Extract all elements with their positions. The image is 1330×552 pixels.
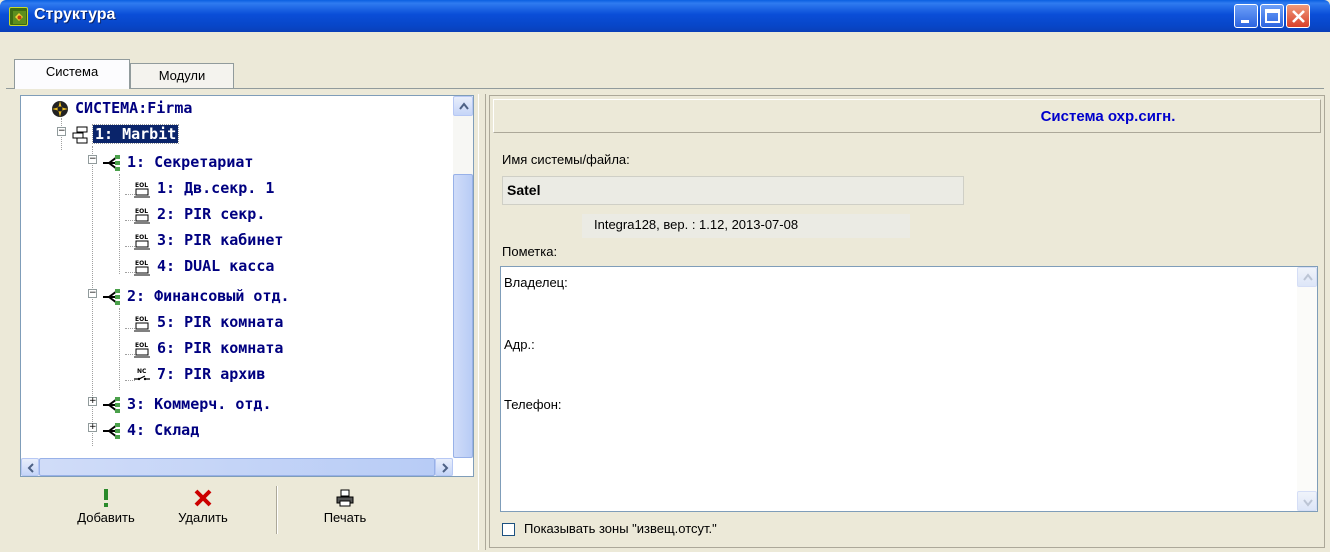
partition-icon [103,396,120,413]
show-zones-checkbox[interactable] [502,523,515,536]
note-line: Владелец: [504,275,568,290]
tree-item-partition[interactable]: 2: Финансовый отд. [101,284,292,310]
details-panel: Система охр.сигн. Имя системы/файла: Sat… [489,95,1325,548]
collapse-toggle[interactable]: − [88,289,97,298]
svg-text:EOL: EOL [135,342,148,349]
delete-button-label: Удалить [178,510,228,525]
tab-divider [6,88,1324,89]
note-scrollbar[interactable] [1297,267,1317,511]
details-header-title: Система охр.сигн. [1040,108,1176,125]
note-line: Адр.: [504,337,535,352]
note-scroll-up-button[interactable] [1297,267,1317,287]
eol-zone-icon: EOL [134,342,150,357]
eol-zone-icon: EOL [134,234,150,249]
collapse-toggle[interactable]: − [57,127,66,136]
tree-item-partition[interactable]: 3: Коммерч. отд. [101,392,274,418]
printer-icon [336,489,354,507]
eol-zone-icon: EOL [134,260,150,275]
partition-icon [103,422,120,439]
tree-item-zone[interactable]: EOL 5: PIR комната [133,310,285,336]
delete-button[interactable]: Удалить [168,482,238,542]
tree-vertical-scrollbar[interactable] [453,96,473,458]
maximize-button[interactable] [1260,4,1284,28]
structure-tree-panel: СИСТЕМА:Firma − 1: Marbit − 1: Секретари… [20,95,474,477]
print-button-label: Печать [323,510,367,525]
note-label: Пометка: [502,244,558,259]
svg-text:EOL: EOL [135,260,148,267]
tree-scroll-thumb[interactable] [453,174,473,458]
tree-item-zone[interactable]: EOL 4: DUAL касса [133,254,276,280]
svg-text:EOL: EOL [135,182,148,189]
show-zones-checkbox-label: Показывать зоны "извещ.отсут." [524,521,717,536]
expand-toggle[interactable]: + [88,423,97,432]
scroll-right-button[interactable] [435,458,453,476]
collapse-toggle[interactable]: − [88,155,97,164]
svg-text:EOL: EOL [135,208,148,215]
close-button[interactable] [1286,4,1310,28]
scroll-left-button[interactable] [21,458,39,476]
tree-root[interactable]: СИСТЕМА:Firma [51,96,194,122]
name-label: Имя системы/файла: [502,152,630,167]
add-button[interactable]: Добавить [64,482,148,542]
eol-zone-icon: EOL [134,208,150,223]
add-icon [104,489,108,507]
svg-text:NC: NC [137,368,147,375]
tree-item-zone[interactable]: EOL 3: PIR кабинет [133,228,285,254]
tree-item-marbit[interactable]: 1: Marbit [71,122,180,148]
tree-item-zone[interactable]: EOL 2: PIR секр. [133,202,267,228]
details-header: Система охр.сигн. [493,99,1321,133]
tab-modules[interactable]: Модули [130,63,234,89]
window-titlebar[interactable]: Структура [0,0,1330,32]
tree-item-zone[interactable]: NC 7: PIR архив [133,362,267,388]
delete-icon [194,489,212,507]
print-button[interactable]: Печать [310,482,380,542]
nc-zone-icon: NC [134,368,150,380]
tree-horizontal-scrollbar[interactable] [21,458,453,476]
partition-icon [103,154,120,171]
tree-item-partition[interactable]: 4: Склад [101,418,201,444]
panel-splitter[interactable] [478,94,486,550]
scroll-up-button[interactable] [453,96,473,116]
window-title: Структура [34,6,116,23]
add-button-label: Добавить [77,510,135,525]
system-root-icon [52,100,68,117]
structure-tree[interactable]: СИСТЕМА:Firma − 1: Marbit − 1: Секретари… [21,96,453,458]
minimize-button[interactable] [1234,4,1258,28]
note-textarea[interactable]: Владелец: Адр.: Телефон: [500,266,1318,512]
system-name-field[interactable]: Satel [502,176,964,205]
note-line: Телефон: [504,397,562,412]
note-scroll-down-button[interactable] [1297,491,1317,511]
toolbar-separator [276,486,278,534]
tree-item-zone[interactable]: EOL 6: PIR комната [133,336,285,362]
partition-group-icon [72,126,88,143]
eol-zone-icon: EOL [134,182,150,197]
tab-system[interactable]: Система [14,59,130,89]
svg-text:EOL: EOL [135,316,148,323]
tree-hscroll-thumb[interactable] [39,458,435,476]
tree-item-partition[interactable]: 1: Секретариат [101,150,255,176]
app-icon [9,7,28,26]
tree-item-zone[interactable]: EOL 1: Дв.секр. 1 [133,176,276,202]
version-info: Integra128, вер. : 1.12, 2013-07-08 [582,214,910,238]
tree-toolbar: Добавить Удалить Печать [20,478,474,548]
svg-text:EOL: EOL [135,234,148,241]
partition-icon [103,288,120,305]
expand-toggle[interactable]: + [88,397,97,406]
eol-zone-icon: EOL [134,316,150,331]
